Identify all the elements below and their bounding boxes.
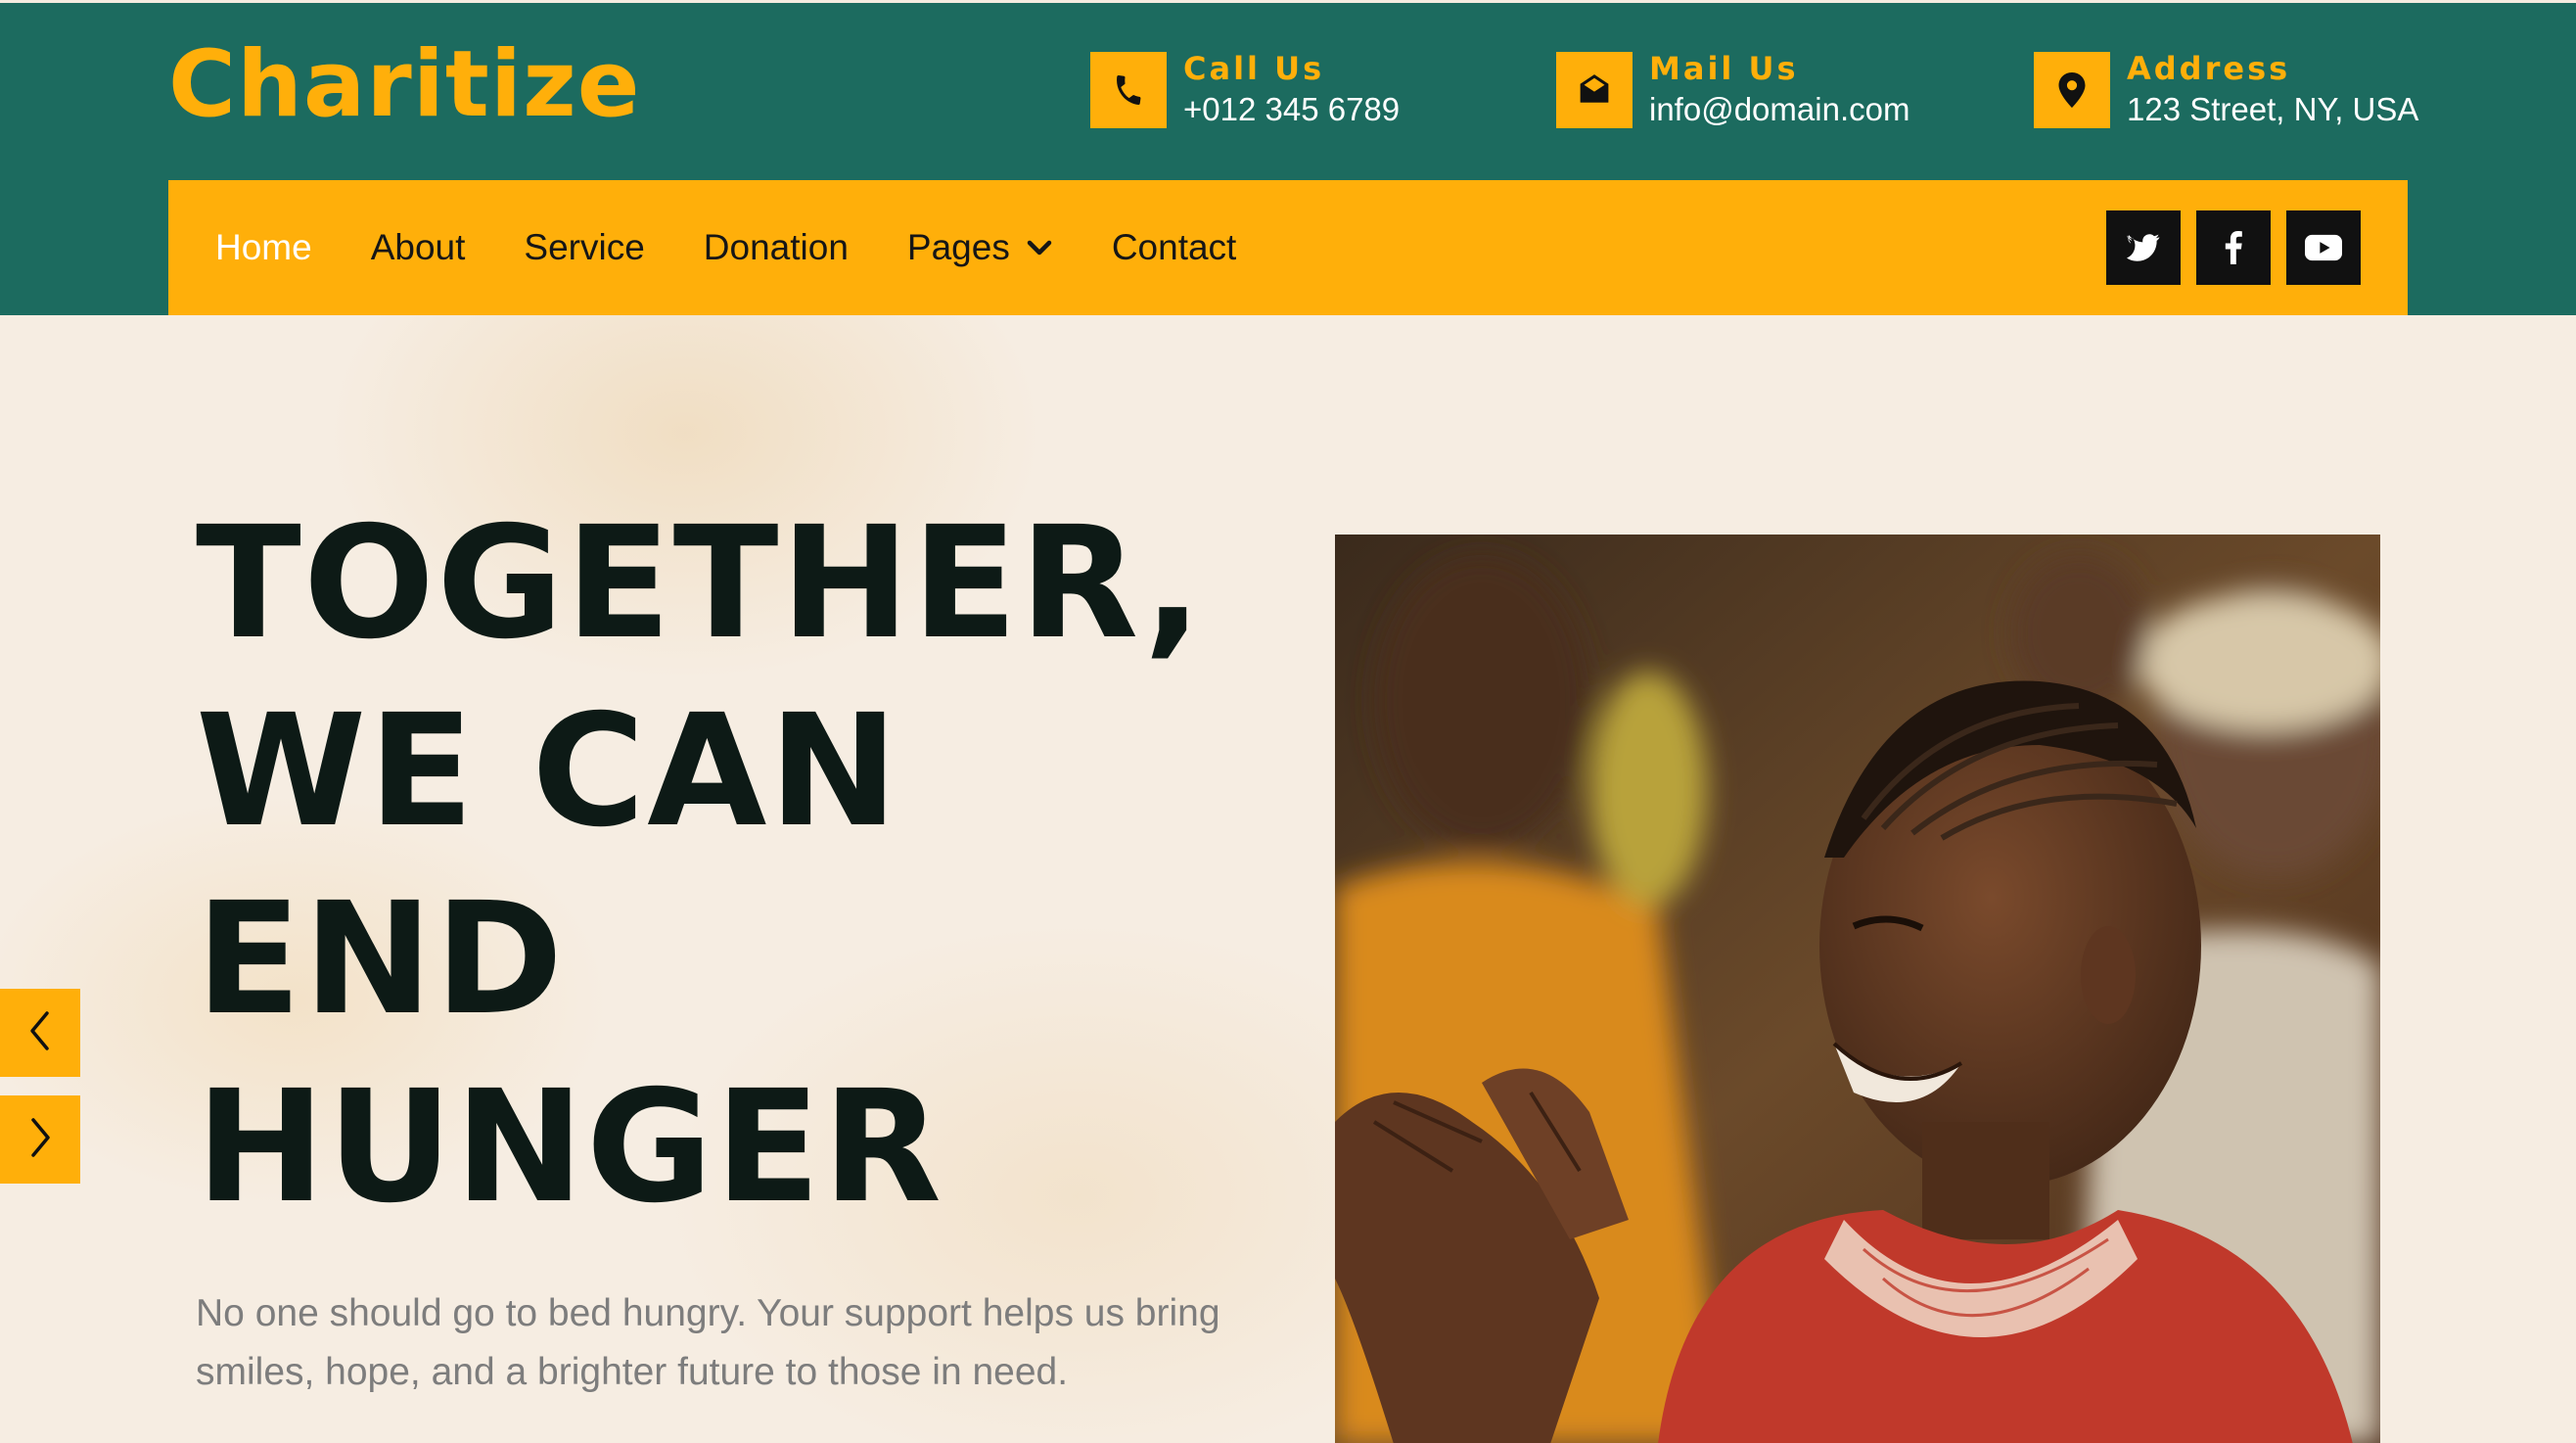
youtube-icon[interactable] xyxy=(2286,210,2361,285)
contact-address-value: 123 Street, NY, USA xyxy=(2127,91,2419,127)
brand-logo[interactable]: Charitize xyxy=(168,30,641,138)
contact-address-label: Address xyxy=(2127,50,2291,87)
headline-line: TOGETHER, xyxy=(196,493,1205,674)
phone-icon xyxy=(1090,52,1167,128)
headline-line: WE CAN xyxy=(196,681,900,861)
main-nav: Home About Service Donation Pages Contac… xyxy=(168,180,2408,315)
contact-address: Address 123 Street, NY, USA xyxy=(2034,50,2419,128)
carousel-next-button[interactable] xyxy=(0,1095,80,1184)
nav-item-home[interactable]: Home xyxy=(215,227,312,268)
chevron-right-icon xyxy=(27,1116,53,1164)
nav-item-service[interactable]: Service xyxy=(524,227,644,268)
contact-call: Call Us +012 345 6789 xyxy=(1090,50,1400,131)
headline-line: END xyxy=(196,869,566,1049)
contact-mail: Mail Us info@domain.com xyxy=(1556,50,1909,131)
hero-headline: TOGETHER, WE CAN END HUNGER xyxy=(196,489,1321,1241)
nav-item-about[interactable]: About xyxy=(371,227,466,268)
envelope-open-icon xyxy=(1556,52,1633,128)
headline-line: HUNGER xyxy=(196,1057,944,1237)
contact-mail-value[interactable]: info@domain.com xyxy=(1649,88,1909,131)
nav-item-pages[interactable]: Pages xyxy=(907,227,1053,268)
twitter-icon[interactable] xyxy=(2106,210,2181,285)
contact-call-value[interactable]: +012 345 6789 xyxy=(1183,88,1400,131)
top-header: Charitize Call Us +012 345 6789 Mail Us … xyxy=(0,3,2576,315)
social-links xyxy=(2091,210,2361,285)
hero-section: TOGETHER, WE CAN END HUNGER No one shoul… xyxy=(0,315,2576,1443)
nav-item-donation[interactable]: Donation xyxy=(704,227,849,268)
nav-item-contact[interactable]: Contact xyxy=(1112,227,1237,268)
hero-image xyxy=(1335,535,2380,1443)
contact-mail-label: Mail Us xyxy=(1649,50,1799,87)
hero-subtext: No one should go to bed hungry. Your sup… xyxy=(196,1292,1220,1393)
carousel-prev-button[interactable] xyxy=(0,989,80,1077)
nav-item-pages-label: Pages xyxy=(906,227,1010,267)
contact-call-label: Call Us xyxy=(1183,50,1325,87)
chevron-down-icon xyxy=(1026,238,1053,257)
chevron-left-icon xyxy=(27,1009,53,1057)
facebook-icon[interactable] xyxy=(2196,210,2271,285)
map-marker-icon xyxy=(2034,52,2110,128)
page: Charitize Call Us +012 345 6789 Mail Us … xyxy=(0,0,2576,1443)
